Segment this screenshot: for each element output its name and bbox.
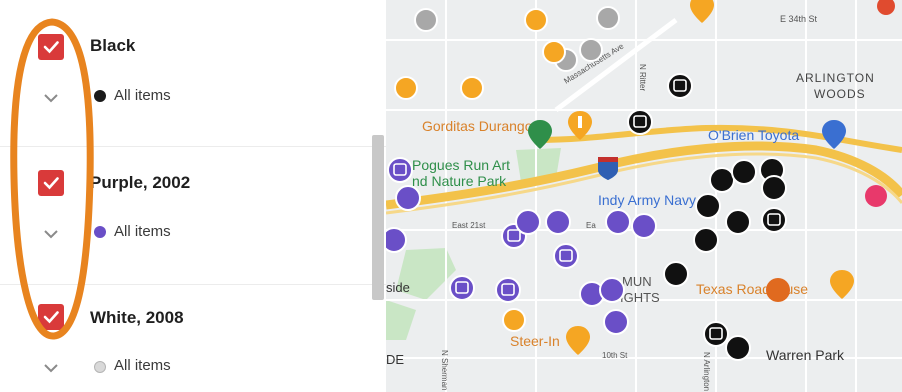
layer-name: Purple, 2002 [90, 173, 191, 192]
layer-panel: Black All items Purple, 2002 All items W… [0, 0, 386, 392]
map-label: nd Nature Park [412, 173, 507, 189]
map-label: Texas Roadhouse [696, 281, 808, 297]
map-canvas[interactable]: E 34th St ARLINGTON WOODS Massachusetts … [386, 0, 902, 392]
style-icon [94, 90, 106, 102]
map-label: WOODS [814, 87, 866, 101]
place-marker [766, 278, 790, 302]
map-label: O'Brien Toyota [708, 127, 799, 143]
map-label: side [386, 280, 410, 295]
map-label: Indy Army Navy [598, 192, 696, 208]
style-icon [94, 361, 106, 373]
check-icon [43, 41, 59, 54]
all-items-link[interactable]: All items [114, 223, 171, 240]
map-label: N Sherman [440, 350, 449, 390]
check-icon [43, 311, 59, 324]
layer-name: White, 2008 [90, 308, 184, 327]
chevron-down-icon[interactable] [42, 92, 60, 104]
layer-white: White, 2008 All items [0, 284, 386, 392]
map-label: N Ritter [638, 64, 647, 91]
check-icon [43, 177, 59, 190]
map-label: 10th St [602, 351, 628, 360]
map-label: Ea [586, 221, 596, 230]
map-label: Gorditas Durango! [422, 118, 536, 134]
map[interactable]: E 34th St ARLINGTON WOODS Massachusetts … [386, 0, 902, 392]
map-label: ARLINGTON [796, 71, 875, 85]
style-icon [94, 226, 106, 238]
map-label: N Arlington [702, 352, 711, 391]
all-items-link[interactable]: All items [114, 357, 171, 374]
layer-purple-checkbox[interactable] [38, 170, 64, 196]
all-items-link[interactable]: All items [114, 87, 171, 104]
layer-name: Black [90, 36, 136, 55]
map-label: E 34th St [780, 14, 818, 24]
chevron-down-icon[interactable] [42, 228, 60, 240]
layer-white-checkbox[interactable] [38, 304, 64, 330]
map-label: Warren Park [766, 347, 845, 363]
place-marker [865, 185, 887, 207]
map-label: DE [386, 352, 404, 367]
map-label: East 21st [452, 221, 486, 230]
chevron-down-icon[interactable] [42, 362, 60, 374]
layer-black: Black All items [0, 0, 386, 145]
map-label: MUN [622, 274, 652, 289]
layer-black-checkbox[interactable] [38, 34, 64, 60]
scrollbar[interactable] [372, 135, 384, 300]
map-label: IGHTS [620, 290, 660, 305]
layer-purple: Purple, 2002 All items [0, 146, 386, 286]
map-label: Pogues Run Art [412, 157, 510, 173]
map-label: Steer-In [510, 333, 560, 349]
